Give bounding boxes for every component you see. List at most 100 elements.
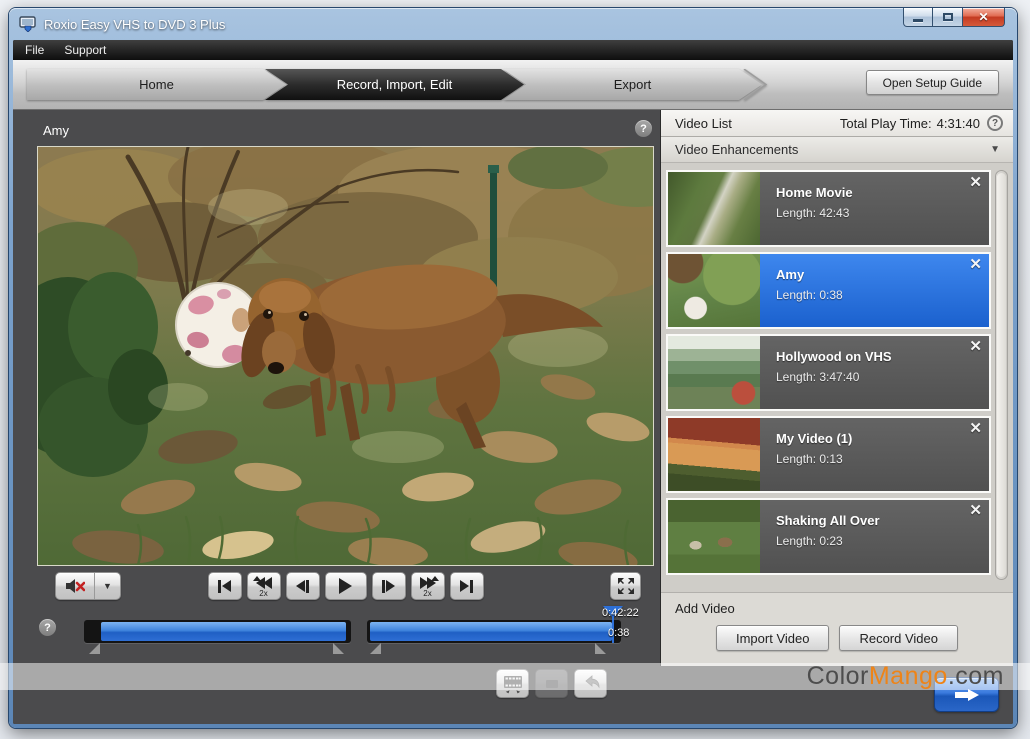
remove-video-icon[interactable]: ✕	[969, 337, 982, 355]
nav-bar: Home Record, Import, Edit Export Open Se…	[13, 60, 1013, 110]
video-item-title: Shaking All Over	[776, 513, 977, 528]
minimize-icon	[913, 19, 923, 22]
tab-home[interactable]: Home	[27, 69, 286, 100]
tab-export[interactable]: Export	[503, 69, 762, 100]
video-enhancements-bar[interactable]: Video Enhancements ▼	[661, 137, 1013, 163]
video-item-length: Length: 42:43	[776, 206, 977, 220]
close-icon: ✕	[978, 10, 988, 24]
video-list-item[interactable]: Home Movie Length: 42:43 ✕	[668, 172, 989, 245]
video-list-item[interactable]: My Video (1) Length: 0:13 ✕	[668, 418, 989, 491]
video-list-item[interactable]: Amy Length: 0:38 ✕	[668, 254, 989, 327]
menu-support[interactable]: Support	[64, 43, 106, 57]
jump-end-button[interactable]	[450, 572, 484, 600]
video-list-panel: Video List Total Play Time: 4:31:40 ? Vi…	[660, 110, 1013, 666]
preview-clip-title: Amy	[43, 123, 69, 138]
total-play-time-value: 4:31:40	[937, 116, 980, 131]
menu-file[interactable]: File	[25, 43, 44, 57]
video-item-title: My Video (1)	[776, 431, 977, 446]
remove-video-icon[interactable]: ✕	[969, 173, 982, 191]
video-item-title: Amy	[776, 267, 977, 282]
remove-video-icon[interactable]: ✕	[969, 501, 982, 519]
video-thumbnail	[668, 172, 760, 245]
chevron-down-icon: ▼	[990, 144, 1000, 155]
video-list-items: Home Movie Length: 42:43 ✕ Amy Length: 0…	[661, 163, 1013, 592]
speaker-muted-icon	[65, 578, 85, 594]
app-body: File Support Home Record, Import, Edit E…	[13, 40, 1013, 724]
mute-button[interactable]	[56, 573, 94, 599]
video-enhancements-label: Video Enhancements	[675, 142, 798, 157]
video-frame-dog-scene	[38, 147, 654, 566]
video-thumbnail	[668, 254, 760, 327]
title-bar[interactable]: Roxio Easy VHS to DVD 3 Plus ✕	[9, 8, 1017, 40]
preview-panel: Amy ?	[13, 110, 660, 666]
screenshot-stage: Roxio Easy VHS to DVD 3 Plus ✕ File Supp…	[0, 0, 1030, 739]
timeline-help-icon[interactable]: ?	[39, 619, 56, 636]
trim-handle[interactable]	[89, 643, 100, 654]
playback-controls: ▼ 2x	[37, 572, 654, 602]
video-list-scrollbar[interactable]	[995, 170, 1008, 580]
main-content: Amy ?	[13, 110, 1013, 666]
watermark-text: ColorMango.com	[807, 664, 1004, 689]
app-window: Roxio Easy VHS to DVD 3 Plus ✕ File Supp…	[9, 8, 1017, 728]
transport-buttons: 2x	[208, 572, 484, 600]
video-list-help-icon[interactable]: ?	[987, 115, 1003, 131]
timeline-segment-2[interactable]	[367, 620, 621, 643]
trim-handle[interactable]	[595, 643, 606, 654]
help-icon[interactable]: ?	[635, 120, 652, 137]
fast-forward-speed-label: 2x	[423, 590, 431, 598]
timeline-segment-1[interactable]	[84, 620, 351, 643]
jump-start-button[interactable]	[208, 572, 242, 600]
video-item-meta: Home Movie Length: 42:43 ✕	[760, 172, 989, 245]
scrollbar-thumb[interactable]	[997, 173, 1006, 577]
step-forward-button[interactable]	[372, 572, 406, 600]
play-icon	[339, 578, 352, 594]
watermark-band: ColorMango.com	[0, 663, 1030, 690]
timeline-fill-1	[101, 622, 346, 641]
trim-handle[interactable]	[370, 643, 381, 654]
timeline: ? 0:42:22	[37, 606, 654, 662]
video-item-length: Length: 0:23	[776, 534, 977, 548]
nav-tabs: Home Record, Import, Edit Export	[27, 69, 768, 100]
video-item-title: Hollywood on VHS	[776, 349, 977, 364]
window-title: Roxio Easy VHS to DVD 3 Plus	[44, 17, 225, 32]
add-video-label: Add Video	[675, 601, 999, 616]
clip-duration-label: 0:38	[608, 627, 629, 639]
menu-bar: File Support	[13, 40, 1013, 60]
minimize-button[interactable]	[903, 8, 933, 27]
remove-video-icon[interactable]: ✕	[969, 255, 982, 273]
mute-split-button: ▼	[55, 572, 121, 600]
video-list-item[interactable]: Shaking All Over Length: 0:23 ✕	[668, 500, 989, 573]
video-thumbnail	[668, 500, 760, 573]
video-list-header: Video List Total Play Time: 4:31:40 ?	[661, 110, 1013, 137]
trim-handle[interactable]	[333, 643, 344, 654]
volume-dropdown-button[interactable]: ▼	[94, 573, 120, 599]
import-video-button[interactable]: Import Video	[716, 625, 829, 651]
add-video-section: Add Video Import Video Record Video	[661, 592, 1013, 666]
rewind-speed-label: 2x	[259, 590, 267, 598]
video-thumbnail	[668, 336, 760, 409]
fullscreen-icon	[617, 577, 635, 595]
close-button[interactable]: ✕	[963, 8, 1005, 27]
remove-video-icon[interactable]: ✕	[969, 419, 982, 437]
record-video-button[interactable]: Record Video	[839, 625, 958, 651]
tab-record-import-edit[interactable]: Record, Import, Edit	[265, 69, 524, 100]
play-button[interactable]	[325, 572, 367, 600]
open-setup-guide-button[interactable]: Open Setup Guide	[866, 70, 999, 95]
video-item-meta: Shaking All Over Length: 0:23 ✕	[760, 500, 989, 573]
video-list-item[interactable]: Hollywood on VHS Length: 3:47:40 ✕	[668, 336, 989, 409]
fast-forward-2x-button[interactable]: 2x	[411, 572, 445, 600]
maximize-icon	[943, 13, 953, 21]
step-back-button[interactable]	[286, 572, 320, 600]
fullscreen-button[interactable]	[610, 572, 641, 600]
total-play-time-label: Total Play Time:	[840, 116, 932, 131]
video-item-meta: My Video (1) Length: 0:13 ✕	[760, 418, 989, 491]
video-item-length: Length: 0:13	[776, 452, 977, 466]
video-item-meta: Amy Length: 0:38 ✕	[760, 254, 989, 327]
video-item-title: Home Movie	[776, 185, 977, 200]
current-time-label: 0:42:22	[602, 607, 639, 619]
maximize-button[interactable]	[933, 8, 963, 27]
chevron-down-icon: ▼	[103, 581, 112, 591]
rewind-2x-button[interactable]: 2x	[247, 572, 281, 600]
app-logo-icon	[19, 16, 37, 32]
speed-tick-icon	[253, 576, 261, 581]
